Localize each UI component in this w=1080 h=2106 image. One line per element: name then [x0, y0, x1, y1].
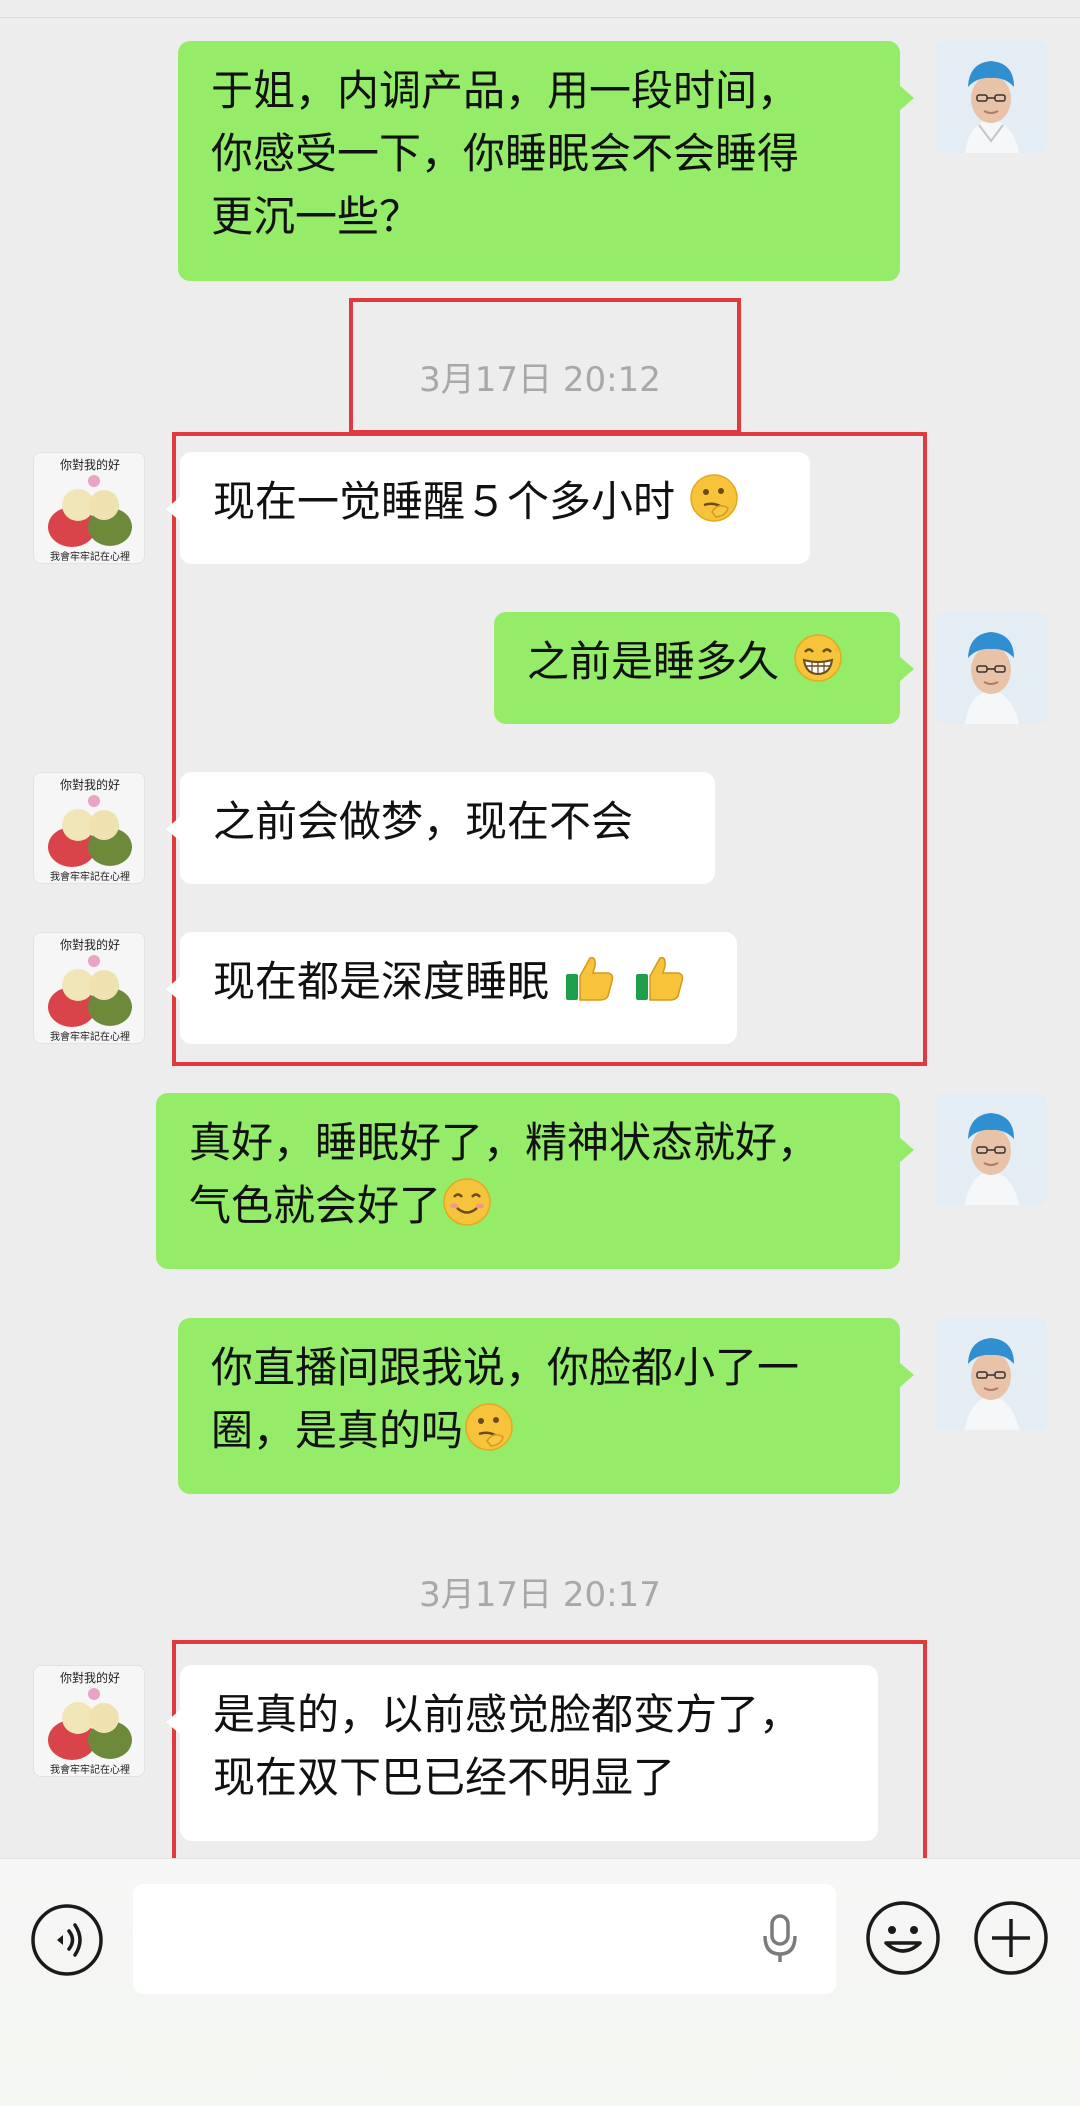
- doctor-avatar[interactable]: [935, 1093, 1047, 1205]
- contact-avatar[interactable]: 你對我的好 我會牢牢記在心裡: [33, 1665, 145, 1777]
- message-bubble-sent[interactable]: 之前是睡多久: [494, 612, 914, 724]
- message-text: 现在都是深度睡眠: [213, 957, 550, 1006]
- plus-button[interactable]: [972, 1899, 1050, 1981]
- chat-area: 于姐，内调产品，用一段时间， 你感受一下，你睡眠会不会睡得 更沉一些？ 3月17…: [0, 0, 1080, 1872]
- message-bubble-received[interactable]: 现在都是深度睡眠: [166, 932, 737, 1044]
- contact-avatar[interactable]: 你對我的好 我會牢牢記在心裡: [33, 452, 145, 564]
- svg-text:你對我的好: 你對我的好: [60, 777, 120, 792]
- thumbs-up-icon: [566, 956, 614, 1001]
- emoji-icon: [866, 1901, 940, 1975]
- grinning-face-icon: [794, 634, 843, 682]
- message-line: 更沉一些？: [211, 192, 422, 241]
- message-line: 是真的，以前感觉脸都变方了，: [213, 1690, 802, 1739]
- thumbs-up-icon: [635, 956, 683, 1001]
- message-text: 之前是睡多久: [527, 637, 780, 686]
- message-bubble-sent[interactable]: 于姐，内调产品，用一段时间， 你感受一下，你睡眠会不会睡得 更沉一些？: [178, 41, 914, 281]
- input-bar: [0, 1858, 1080, 2106]
- doctor-avatar[interactable]: [935, 612, 1047, 724]
- message-line: 气色就会好了: [189, 1174, 867, 1237]
- message-input[interactable]: [133, 1884, 836, 1994]
- message-text: 气色就会好了: [189, 1181, 442, 1230]
- svg-text:你對我的好: 你對我的好: [60, 1670, 120, 1685]
- message-line: 现在双下巴已经不明显了: [213, 1753, 676, 1802]
- microphone-icon[interactable]: [760, 1912, 800, 1966]
- message-bubble-received[interactable]: 之前会做梦，现在不会: [166, 772, 715, 884]
- svg-text:我會牢牢記在心裡: 我會牢牢記在心裡: [50, 870, 130, 883]
- message-bubble-received[interactable]: 现在一觉睡醒５个多小时: [166, 452, 810, 564]
- message-bubble-sent[interactable]: 你直播间跟我说，你脸都小了一 圈，是真的吗: [178, 1318, 914, 1494]
- svg-text:我會牢牢記在心裡: 我會牢牢記在心裡: [50, 1763, 130, 1776]
- divider: [0, 17, 1080, 18]
- annotation-box: [349, 298, 741, 434]
- doctor-avatar[interactable]: [935, 1318, 1047, 1430]
- voice-icon: [31, 1904, 103, 1976]
- message-text: 之前会做梦，现在不会: [213, 797, 634, 846]
- voice-button[interactable]: [30, 1903, 104, 1981]
- svg-text:你對我的好: 你對我的好: [60, 937, 120, 952]
- doctor-avatar[interactable]: [935, 41, 1047, 153]
- timestamp: 3月17日 20:17: [419, 1575, 661, 1615]
- contact-avatar[interactable]: 你對我的好 我會牢牢記在心裡: [33, 932, 145, 1044]
- message-text: 现在一觉睡醒５个多小时: [213, 477, 676, 526]
- message-line: 你直播间跟我说，你脸都小了一: [211, 1343, 800, 1392]
- contact-avatar[interactable]: 你對我的好 我會牢牢記在心裡: [33, 772, 145, 884]
- message-line: 于姐，内调产品，用一段时间，: [211, 66, 800, 115]
- svg-text:我會牢牢記在心裡: 我會牢牢記在心裡: [50, 1030, 130, 1043]
- smiling-face-icon: [443, 1178, 491, 1226]
- message-bubble-sent[interactable]: 真好，睡眠好了，精神状态就好， 气色就会好了: [156, 1093, 914, 1269]
- svg-text:你對我的好: 你對我的好: [60, 457, 120, 472]
- message-text: 圈，是真的吗: [211, 1406, 464, 1455]
- message-line: 真好，睡眠好了，精神状态就好，: [189, 1118, 820, 1167]
- svg-text:我會牢牢記在心裡: 我會牢牢記在心裡: [50, 550, 130, 563]
- emoji-button[interactable]: [864, 1899, 942, 1981]
- thinking-face-icon: [690, 474, 739, 522]
- message-line: 圈，是真的吗: [211, 1399, 867, 1462]
- thinking-face-icon: [465, 1403, 513, 1451]
- message-line: 你感受一下，你睡眠会不会睡得: [211, 129, 800, 178]
- plus-icon: [974, 1901, 1048, 1975]
- message-bubble-received[interactable]: 是真的，以前感觉脸都变方了， 现在双下巴已经不明显了: [166, 1665, 878, 1841]
